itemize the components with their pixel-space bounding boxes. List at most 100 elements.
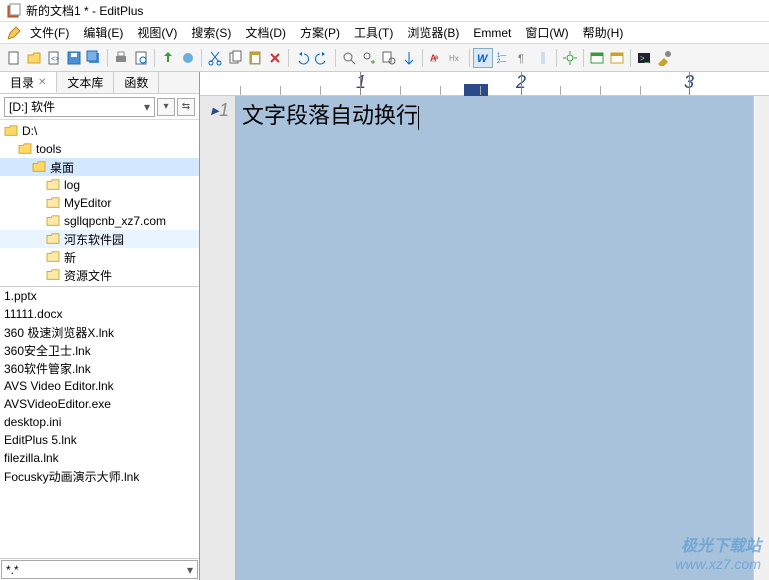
file-list-item[interactable]: 360 极速浏览器X.lnk — [0, 323, 199, 341]
editor-text-content: 文字段落自动换行 — [242, 103, 418, 128]
folder-tree-item[interactable]: sgllqpcnb_xz7.com — [0, 212, 199, 230]
word-wrap-button[interactable]: W — [473, 48, 493, 68]
file-list[interactable]: 1.pptx11111.docx360 极速浏览器X.lnk360安全卫士.ln… — [0, 287, 199, 558]
tab-label: 文本库 — [67, 74, 103, 91]
vertical-scrollbar[interactable] — [753, 96, 769, 580]
browser-code-button[interactable] — [587, 48, 607, 68]
folder-label: 河东软件园 — [64, 231, 124, 248]
folder-label: 桌面 — [50, 159, 74, 176]
folder-tree-item[interactable]: tools — [0, 140, 199, 158]
file-list-item[interactable]: 11111.docx — [0, 305, 199, 323]
drive-menu-button[interactable]: ▾ — [157, 98, 175, 116]
drive-label: [D:] 软件 — [9, 98, 55, 115]
svg-text:W: W — [477, 53, 489, 65]
folder-tree-item[interactable]: 资源文件 — [0, 266, 199, 284]
file-list-item[interactable]: filezilla.lnk — [0, 449, 199, 467]
folder-tree-item[interactable]: 桌面 — [0, 158, 199, 176]
find-in-files-button[interactable] — [379, 48, 399, 68]
menu-bar: 文件(F) 编辑(E) 视图(V) 搜索(S) 文档(D) 方案(P) 工具(T… — [0, 22, 769, 44]
sidebar-tabs: 目录 ✕ 文本库 函数 — [0, 72, 199, 94]
folder-tree-item[interactable]: 新 — [0, 248, 199, 266]
line-number-button[interactable]: 1—2— — [493, 48, 513, 68]
drive-selector-row: [D:] 软件 ▾ ⇆ — [0, 94, 199, 120]
copy-button[interactable] — [225, 48, 245, 68]
column-marker-button[interactable] — [533, 48, 553, 68]
drive-select[interactable]: [D:] 软件 — [4, 97, 155, 117]
save-button[interactable] — [64, 48, 84, 68]
file-list-item[interactable]: 1.pptx — [0, 287, 199, 305]
file-list-item[interactable]: AVSVideoEditor.exe — [0, 395, 199, 413]
file-list-item[interactable]: EditPlus 5.lnk — [0, 431, 199, 449]
find-button[interactable] — [339, 48, 359, 68]
folder-tree-item[interactable]: 河东软件园 — [0, 230, 199, 248]
tab-label: 目录 — [10, 74, 34, 91]
menu-help[interactable]: 帮助(H) — [577, 22, 630, 43]
menu-file[interactable]: 文件(F) — [24, 22, 75, 43]
goto-line-button[interactable] — [399, 48, 419, 68]
print-button[interactable] — [111, 48, 131, 68]
new-file-button[interactable] — [4, 48, 24, 68]
file-list-item[interactable]: 360软件管家.lnk — [0, 359, 199, 377]
tab-cliptext[interactable]: 文本库 — [57, 72, 114, 93]
svg-text:Hx: Hx — [449, 54, 459, 63]
file-list-item[interactable]: 360安全卫士.lnk — [0, 341, 199, 359]
toolbar-separator — [422, 49, 423, 67]
menu-emmet[interactable]: Emmet — [467, 24, 517, 42]
terminal-button[interactable]: >_ — [634, 48, 654, 68]
undo-button[interactable] — [292, 48, 312, 68]
folder-label: D:\ — [22, 124, 37, 138]
folder-tree[interactable]: D:\ tools桌面 log MyEditorsgllqpcnb_xz7.com河东… — [0, 120, 199, 287]
delete-button[interactable] — [265, 48, 285, 68]
menu-document[interactable]: 文档(D) — [239, 22, 292, 43]
folder-tree-item[interactable]: log — [0, 176, 199, 194]
folder-tree-item[interactable]: MyEditor — [0, 194, 199, 212]
ftp-settings-button[interactable] — [178, 48, 198, 68]
toolbar-separator — [335, 49, 336, 67]
folder-tree-item[interactable]: D:\ — [0, 122, 199, 140]
app-icon — [6, 3, 22, 19]
tab-functions[interactable]: 函数 — [114, 72, 159, 93]
paste-button[interactable] — [245, 48, 265, 68]
open-file-button[interactable] — [24, 48, 44, 68]
ftp-upload-button[interactable] — [158, 48, 178, 68]
file-list-item[interactable]: AVS Video Editor.lnk — [0, 377, 199, 395]
menu-project[interactable]: 方案(P) — [294, 22, 346, 43]
toolbar: <> A̲ͣ Hx W 1—2— ¶ >_ — [0, 44, 769, 72]
settings-button[interactable] — [560, 48, 580, 68]
redo-button[interactable] — [312, 48, 332, 68]
new-html-button[interactable]: <> — [44, 48, 64, 68]
replace-button[interactable] — [359, 48, 379, 68]
file-list-item[interactable]: Focusky动画演示大师.lnk — [0, 467, 199, 485]
drive-refresh-button[interactable]: ⇆ — [177, 98, 195, 116]
toolbar-separator — [288, 49, 289, 67]
folder-label: 新 — [64, 249, 76, 266]
hex-view-button[interactable]: Hx — [446, 48, 466, 68]
menu-view[interactable]: 视图(V) — [131, 22, 183, 43]
menu-edit[interactable]: 编辑(E) — [77, 22, 129, 43]
tab-directory[interactable]: 目录 ✕ — [0, 72, 57, 93]
file-list-item[interactable]: desktop.ini — [0, 413, 199, 431]
current-line-caret-icon: ▶ — [211, 106, 219, 117]
text-editor[interactable]: 文字段落自动换行 — [236, 96, 753, 580]
menu-browser[interactable]: 浏览器(B) — [401, 22, 465, 43]
menu-tools[interactable]: 工具(T) — [348, 22, 399, 43]
print-preview-button[interactable] — [131, 48, 151, 68]
folder-label: log — [64, 178, 80, 192]
cut-button[interactable] — [205, 48, 225, 68]
show-invisibles-button[interactable]: ¶ — [513, 48, 533, 68]
title-bar: 新的文档1 * - EditPlus — [0, 0, 769, 22]
file-filter-select[interactable]: *.* — [1, 560, 198, 579]
window-title: 新的文档1 * - EditPlus — [26, 2, 143, 19]
tab-close-icon[interactable]: ✕ — [38, 77, 46, 88]
menu-window[interactable]: 窗口(W) — [519, 22, 574, 43]
line-number-gutter: ▶1 — [200, 96, 236, 580]
save-all-button[interactable] — [84, 48, 104, 68]
menu-search[interactable]: 搜索(S) — [185, 22, 237, 43]
spell-check-button[interactable]: A̲ͣ — [426, 48, 446, 68]
user-tool-button[interactable] — [654, 48, 674, 68]
directory-panel: 目录 ✕ 文本库 函数 [D:] 软件 ▾ ⇆ D:\ tools桌面 log MyEd… — [0, 72, 200, 580]
svg-text:>_: >_ — [640, 54, 650, 63]
browser-preview-button[interactable] — [607, 48, 627, 68]
tab-label: 函数 — [124, 74, 148, 91]
editor-body: ▶1 文字段落自动换行 — [200, 96, 769, 580]
